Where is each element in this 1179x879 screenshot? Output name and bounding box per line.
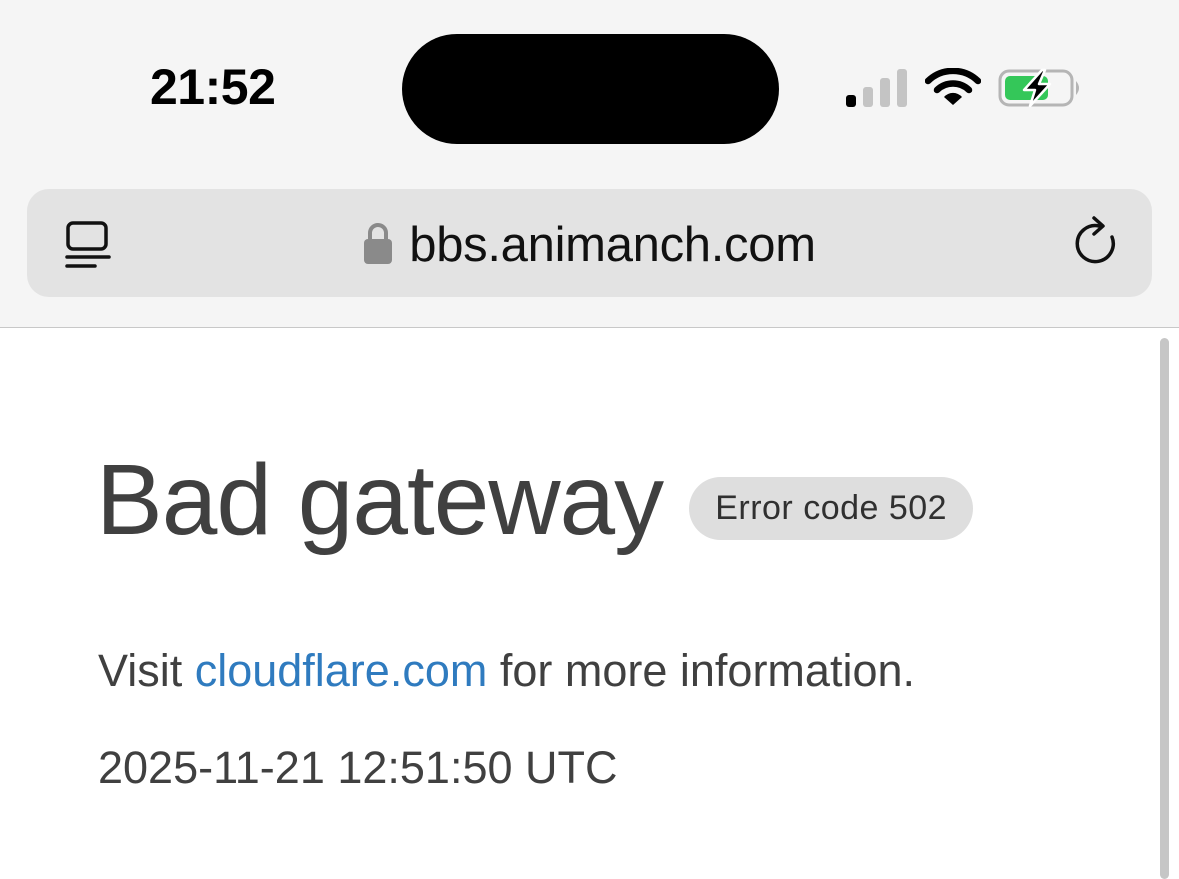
url-text[interactable]: bbs.animanch.com bbox=[409, 217, 816, 273]
status-time: 21:52 bbox=[150, 59, 276, 115]
info-message: Visit cloudflare.com for more informatio… bbox=[98, 645, 915, 697]
info-suffix: for more information. bbox=[487, 645, 915, 696]
reload-icon[interactable] bbox=[1072, 215, 1124, 271]
error-code-badge: Error code 502 bbox=[689, 476, 974, 540]
wifi-icon bbox=[925, 68, 981, 105]
page-title: Bad gateway bbox=[96, 444, 664, 556]
browser-chrome: 21:52 bbs.animanch.com bbox=[0, 0, 1179, 328]
battery-charging-icon bbox=[998, 68, 1079, 108]
address-bar[interactable]: bbs.animanch.com bbox=[27, 189, 1152, 297]
url-display[interactable]: bbs.animanch.com bbox=[27, 217, 1152, 273]
error-header: Bad gateway Error code 502 bbox=[96, 440, 974, 560]
cloudflare-link[interactable]: cloudflare.com bbox=[195, 645, 488, 696]
error-timestamp: 2025-11-21 12:51:50 UTC bbox=[98, 742, 618, 793]
cellular-signal-icon bbox=[846, 69, 907, 107]
dynamic-island bbox=[402, 34, 779, 144]
lock-icon bbox=[364, 223, 393, 264]
info-prefix: Visit bbox=[98, 645, 195, 696]
page-scrollbar[interactable] bbox=[1160, 338, 1169, 879]
